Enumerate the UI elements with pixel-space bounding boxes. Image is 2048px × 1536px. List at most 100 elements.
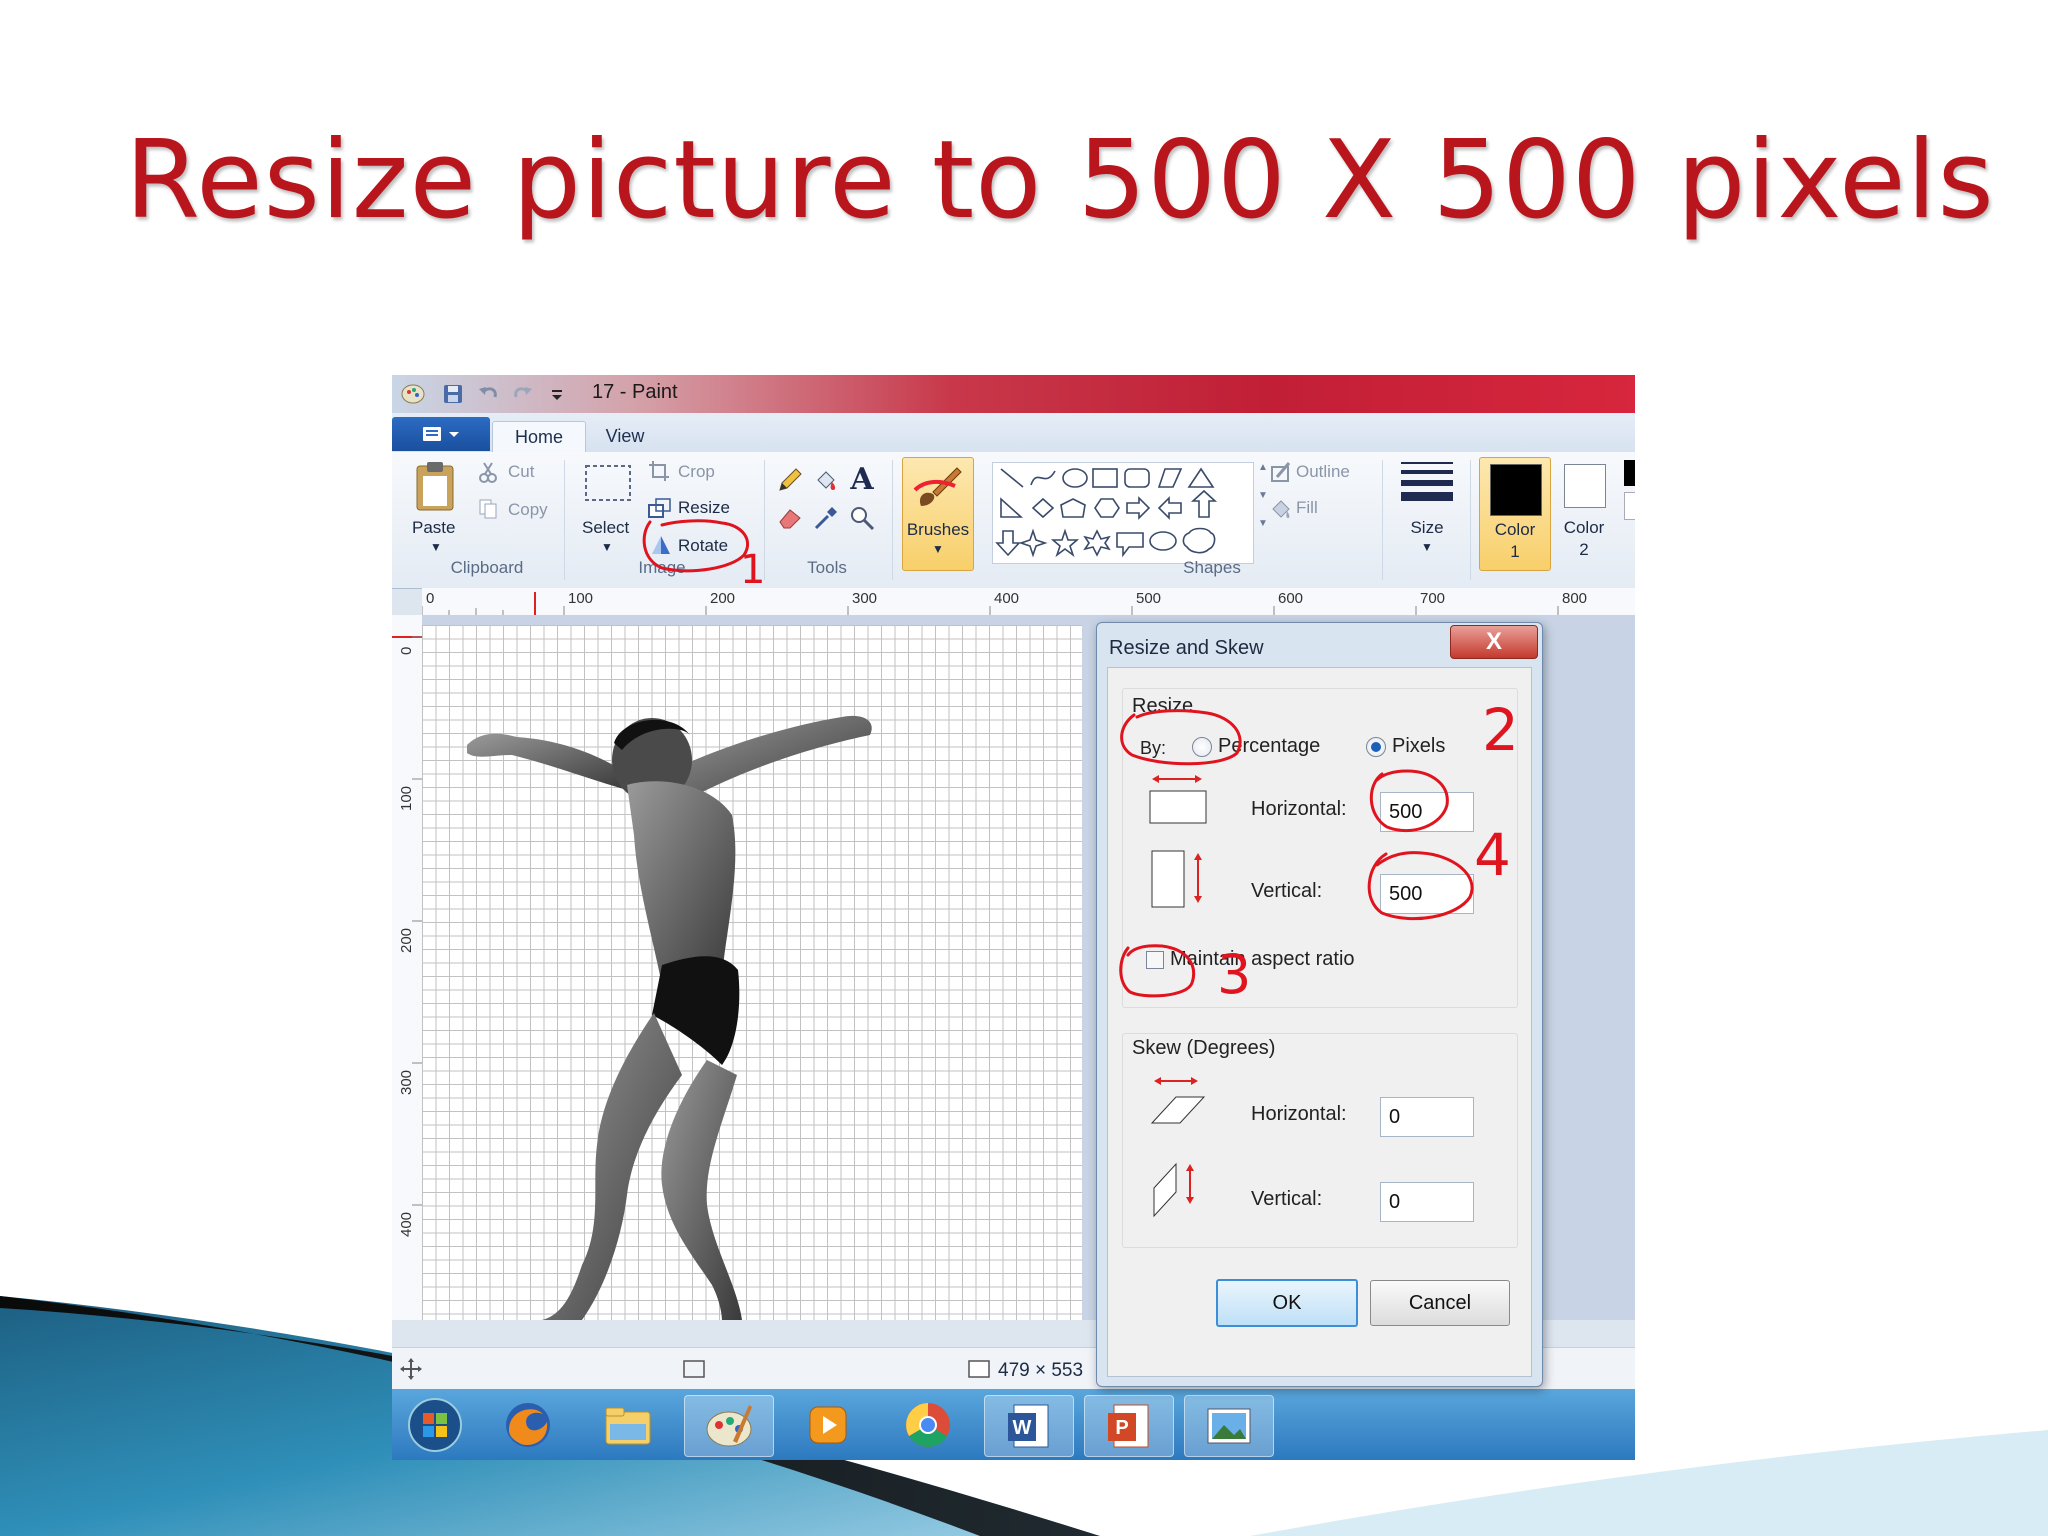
paint-icon[interactable] (684, 1395, 774, 1457)
fill-icon[interactable] (810, 464, 842, 496)
word-icon[interactable]: W (984, 1395, 1074, 1457)
copy-button[interactable]: Copy (508, 500, 548, 520)
ruler-tick-label: 0 (426, 590, 435, 607)
media-player-icon[interactable] (784, 1395, 872, 1455)
save-icon[interactable] (442, 375, 464, 413)
brushes-dropdown-icon: ▼ (932, 542, 944, 556)
resize-icon[interactable] (648, 497, 672, 519)
window-title: 17 - Paint (592, 381, 678, 403)
line-size-icon[interactable] (1397, 458, 1457, 508)
undo-icon[interactable] (477, 375, 499, 413)
pixels-radio[interactable] (1366, 737, 1386, 757)
shapes-icons (995, 467, 1218, 558)
shapes-expand-icon[interactable]: ▼ (1258, 518, 1268, 529)
size-button[interactable]: Size (1402, 518, 1452, 538)
cancel-button[interactable]: Cancel (1370, 1280, 1510, 1326)
select-button[interactable]: Select (582, 518, 629, 538)
select-icon[interactable] (582, 460, 634, 506)
paste-dropdown-icon[interactable]: ▼ (430, 540, 442, 554)
redo-icon[interactable] (512, 375, 534, 413)
percentage-radio[interactable] (1192, 737, 1212, 757)
pencil-icon[interactable] (774, 464, 806, 496)
group-divider (564, 460, 565, 580)
paste-button[interactable]: Paste (412, 518, 455, 538)
taskbar: W P (392, 1389, 1635, 1460)
palette-white-swatch[interactable] (1624, 492, 1635, 520)
customize-qat-icon[interactable] (550, 375, 564, 413)
palette-black-swatch[interactable] (1624, 460, 1635, 486)
crop-icon[interactable] (648, 460, 670, 482)
skew-vertical-icon (1148, 1158, 1208, 1220)
ruler-tick-label: 0 (398, 646, 415, 655)
image-group-label: Image (638, 558, 686, 577)
scissors-icon[interactable] (478, 461, 498, 483)
crop-button[interactable]: Crop (678, 462, 715, 482)
clipboard-group-label: Clipboard (450, 558, 524, 577)
skew-horizontal-input[interactable] (1380, 1097, 1474, 1137)
drawing-canvas[interactable] (422, 625, 1082, 1320)
ruler-tick-label: 500 (1136, 590, 1162, 607)
paint-window: 17 - Paint Home View Paste ▼ Cut Copy Cl… (392, 375, 1635, 1460)
outline-icon[interactable] (1268, 460, 1294, 484)
start-orb-icon[interactable] (396, 1395, 474, 1455)
color-picker-icon[interactable] (810, 502, 842, 534)
fill-button[interactable]: Fill (1296, 498, 1318, 518)
resize-button[interactable]: Resize (678, 498, 730, 518)
ruler-tick-label: 700 (1420, 590, 1446, 607)
brushes-button[interactable]: Brushes ▼ (902, 457, 974, 571)
title-bar: 17 - Paint (392, 375, 1635, 413)
dialog-title: Resize and Skew (1109, 637, 1264, 659)
skew-vertical-label: Vertical: (1251, 1188, 1323, 1210)
select-dropdown-icon[interactable]: ▼ (601, 540, 613, 554)
rotate-icon[interactable] (650, 534, 672, 556)
paste-icon[interactable] (410, 458, 460, 514)
pixels-label: Pixels (1392, 735, 1446, 757)
close-icon: X (1485, 628, 1502, 655)
eraser-icon[interactable] (774, 502, 806, 534)
shapes-scroll-down-icon[interactable]: ▼ (1258, 490, 1268, 501)
tab-home[interactable]: Home (492, 421, 586, 453)
copy-icon[interactable] (478, 498, 498, 520)
ruler-tick-label: 200 (398, 927, 415, 953)
rotate-button[interactable]: Rotate (678, 536, 728, 556)
ok-button[interactable]: OK (1216, 1279, 1358, 1327)
text-icon[interactable]: A (846, 462, 878, 497)
photo-viewer-icon[interactable] (1184, 1395, 1274, 1457)
horizontal-label: Horizontal: (1251, 798, 1347, 820)
image-size-icon (965, 1356, 993, 1382)
firefox-icon[interactable] (484, 1395, 572, 1455)
resize-section-label: Resize (1132, 695, 1194, 717)
resize-skew-dialog: Resize and Skew X Resize By: Percentage … (1096, 622, 1543, 1387)
chrome-icon[interactable] (884, 1395, 972, 1455)
color2-swatch (1564, 464, 1606, 508)
brushes-label: Brushes (906, 520, 970, 539)
tools-group-label: Tools (807, 558, 847, 577)
color1-button[interactable]: Color 1 (1479, 457, 1551, 571)
file-explorer-icon[interactable] (584, 1395, 672, 1455)
powerpoint-icon[interactable]: P (1084, 1395, 1174, 1457)
paint-app-icon[interactable] (400, 375, 426, 413)
shapes-scroll-up-icon[interactable]: ▲ (1258, 462, 1268, 473)
paint-menu-button[interactable] (392, 417, 490, 451)
ruler-tick-label: 100 (398, 785, 415, 811)
ribbon-tabs: Home View (392, 413, 1635, 453)
ruler-tick-label: 600 (1278, 590, 1304, 607)
maintain-aspect-checkbox[interactable] (1146, 951, 1164, 969)
size-dropdown-icon[interactable]: ▼ (1402, 540, 1452, 554)
tab-view[interactable]: View (584, 421, 666, 452)
vertical-resize-input[interactable] (1380, 874, 1474, 914)
magnifier-icon[interactable] (846, 502, 878, 534)
close-button[interactable]: X (1450, 625, 1538, 659)
horizontal-resize-input[interactable] (1380, 792, 1474, 832)
fill-bucket-icon[interactable] (1268, 496, 1294, 520)
ruler-tick-label: 300 (852, 590, 878, 607)
outline-button[interactable]: Outline (1296, 462, 1350, 482)
shapes-gallery[interactable] (992, 462, 1254, 564)
ruler-tick-label: 400 (398, 1211, 415, 1237)
color2-number: 2 (1579, 540, 1589, 559)
cut-button[interactable]: Cut (508, 462, 534, 482)
vertical-ruler: 0 100 200 300 400 (392, 615, 423, 1320)
ruler-tick-label: 800 (1562, 590, 1588, 607)
by-label: By: (1140, 738, 1167, 758)
skew-vertical-input[interactable] (1380, 1182, 1474, 1222)
